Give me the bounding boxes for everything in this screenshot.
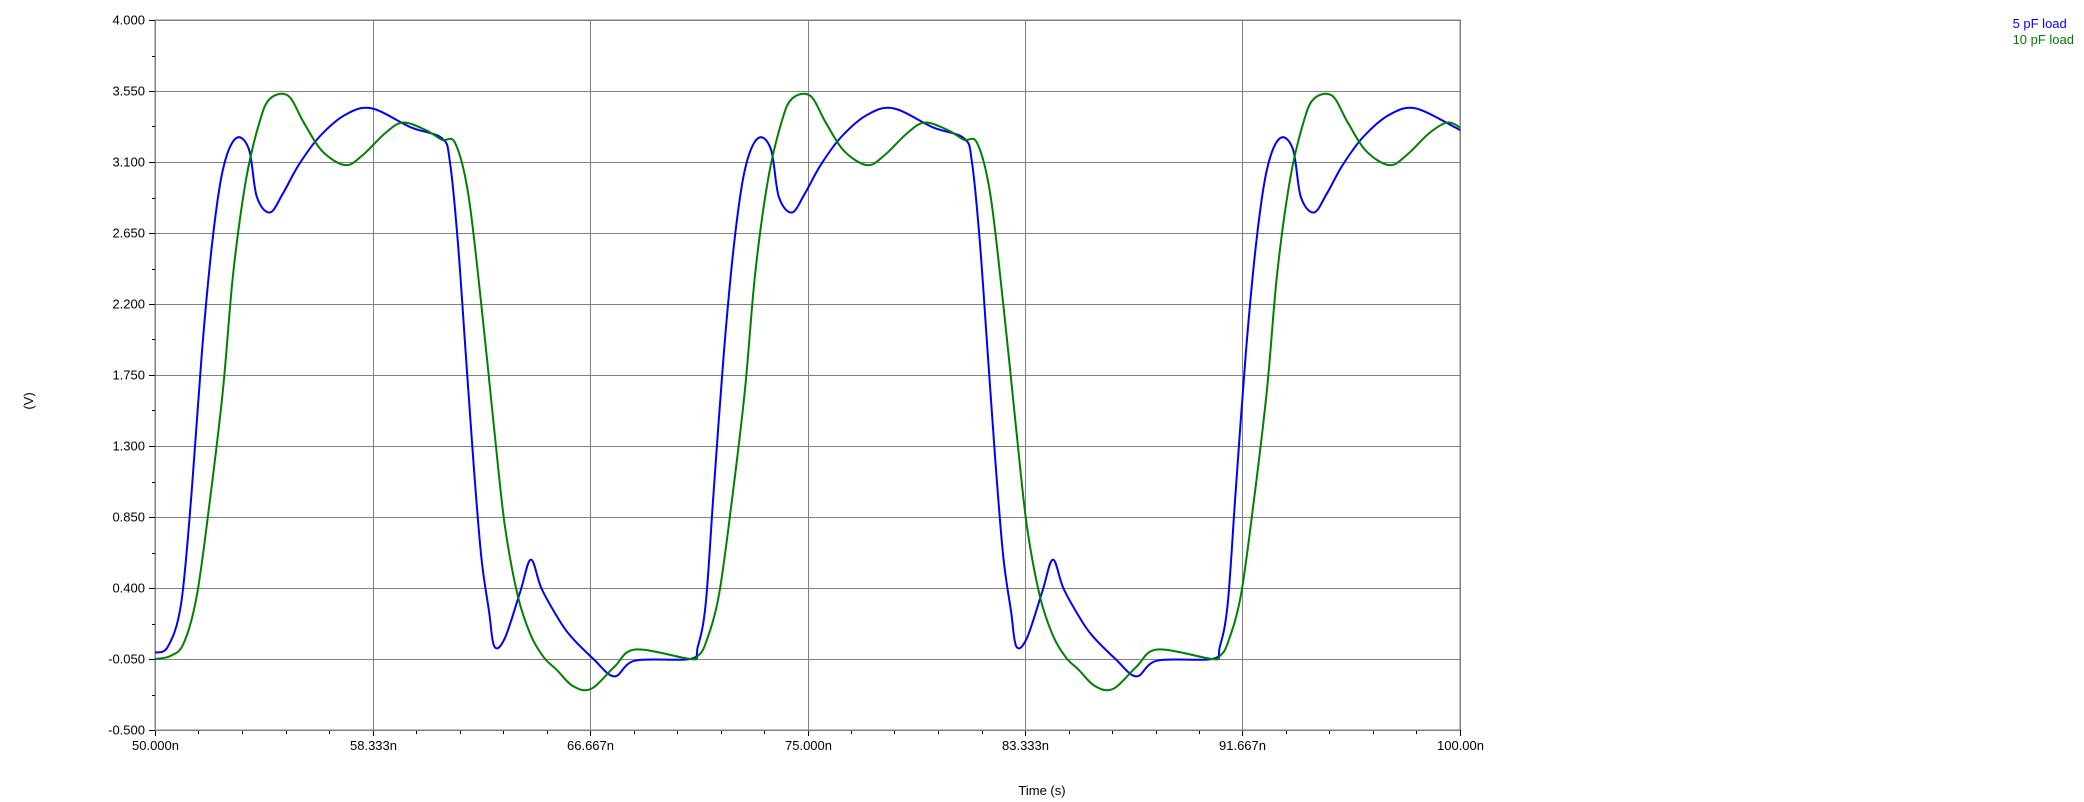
y-tick-label: 1.750 [112,368,145,383]
y-axis-title: (V) [21,392,36,409]
y-tick-label: -0.500 [108,723,145,738]
chart-container: 50.000n 58.333n 66.667n 75.000n 83.333n 91.66… [0,0,2084,802]
x-tick-label: 50.000n [132,738,179,753]
y-tick-label: 3.550 [112,84,145,99]
series-0 [155,108,1460,677]
y-tick-label: 2.200 [112,297,145,312]
y-tick-label: 0.850 [112,510,145,525]
y-tick-label: 3.100 [112,155,145,170]
y-tick-label: 4.000 [112,13,145,28]
x-tick-label: 75.000n [785,738,832,753]
chart-legend: 5 pF load10 pF load [2013,16,2074,49]
legend-item-0: 5 pF load [2013,16,2074,32]
x-tick-label: 83.333n [1002,738,1049,753]
chart-plot: 50.000n 58.333n 66.667n 75.000n 83.333n 91.66… [0,0,2084,802]
x-tick-label: 91.667n [1219,738,1266,753]
x-tick-label: 100.00n [1437,738,1484,753]
legend-item-1: 10 pF load [2013,32,2074,48]
y-tick-label: 2.650 [112,226,145,241]
y-tick-label: 0.400 [112,581,145,596]
x-tick-label: 66.667n [567,738,614,753]
y-tick-label: 1.300 [112,439,145,454]
y-tick-label: -0.050 [108,652,145,667]
x-tick-label: 58.333n [350,738,397,753]
x-axis-title: Time (s) [0,783,2084,798]
